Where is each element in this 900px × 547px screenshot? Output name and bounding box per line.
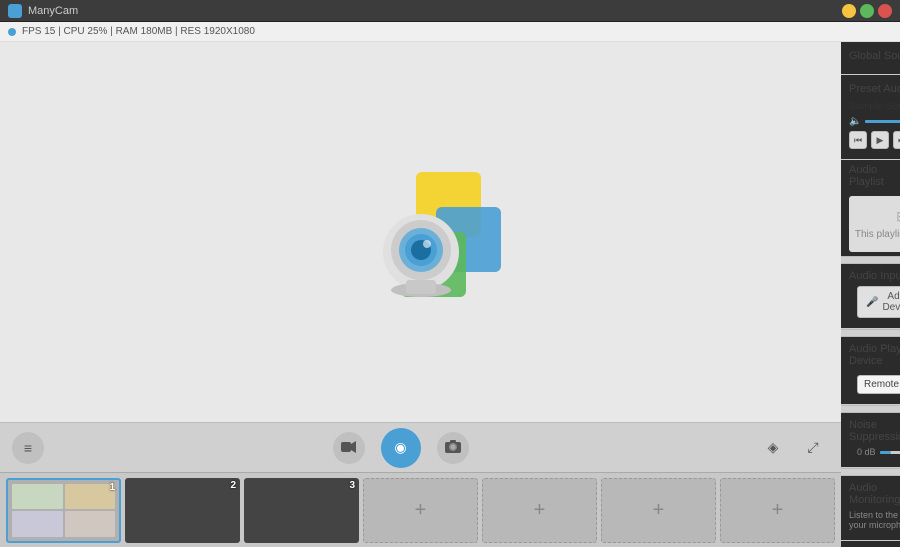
center-area: ≡ ◉ ◈	[0, 42, 841, 547]
panel-content: Global Sound Preset Audio Sample-Song-1	[841, 42, 900, 547]
camera-icon	[445, 440, 461, 456]
mask-icon: ◈	[768, 439, 779, 456]
preview-area	[0, 42, 841, 422]
bottom-toolbar: ≡ ◉ ◈	[0, 422, 841, 472]
thumb-cell-4	[65, 511, 116, 537]
snapshot-button[interactable]	[437, 432, 469, 464]
window-controls	[842, 4, 892, 18]
preset-audio-section: Preset Audio Sample-Song-1 ▪▪▪ 🔈	[841, 75, 900, 160]
playlist-empty-icon: ⊞	[896, 208, 900, 225]
audio-playback-section: Audio Playback Device Remote Audio Defau…	[841, 337, 900, 405]
source-item-2[interactable]: 2	[125, 478, 240, 543]
section-divider-3	[841, 405, 900, 413]
global-sound-section: Global Sound	[841, 42, 900, 75]
section-divider-2	[841, 329, 900, 337]
app-logo-graphic	[331, 142, 511, 322]
preset-audio-row: Preset Audio	[849, 81, 900, 97]
video-camera-icon	[341, 440, 357, 456]
expand-button[interactable]: ⤢	[797, 432, 829, 464]
audio-monitoring-section: Audio Monitoring Listen to the sounds fr…	[841, 476, 900, 541]
global-sound-row: Global Sound	[849, 48, 900, 64]
add-source-3[interactable]: +	[601, 478, 716, 543]
audio-monitoring-label: Audio Monitoring	[849, 482, 900, 506]
stats-bar: FPS 15 | CPU 25% | RAM 180MB | RES 1920X…	[0, 22, 900, 42]
next-track-button[interactable]: ⏭	[893, 131, 900, 149]
audio-playback-select[interactable]: Remote Audio Default Device Speakers	[857, 375, 900, 394]
playlist-header: Audio Playlist ⊕ ▤ 🗑	[841, 160, 900, 192]
broadcast-button[interactable]: ◉	[381, 428, 421, 468]
app-logo	[8, 4, 22, 18]
noise-suppression-label: Noise Suppression	[849, 419, 900, 443]
playlist-empty: ⊞ This playlist is empty.	[849, 196, 900, 252]
thumb-cell-2	[65, 484, 116, 510]
stats-text: FPS 15 | CPU 25% | RAM 180MB | RES 1920X…	[22, 26, 255, 37]
song-title-text: Sample-Song-1	[849, 101, 900, 112]
source-item-1[interactable]: 1	[6, 478, 121, 543]
audio-input-row: Audio Input	[849, 270, 900, 282]
maximize-button[interactable]	[860, 4, 874, 18]
source-num-3: 3	[349, 480, 355, 491]
noise-db-slider[interactable]	[880, 451, 900, 454]
thumb-cell-1	[12, 484, 63, 510]
add-source-2[interactable]: +	[482, 478, 597, 543]
menu-icon: ≡	[24, 440, 32, 456]
toolbar-right: ◈ ⤢	[757, 432, 829, 464]
prev-track-button[interactable]: ⏮	[849, 131, 867, 149]
app-title: ManyCam	[28, 5, 842, 17]
transport-controls: ⏮ ▶ ⏭ ↺ ⇄	[849, 131, 900, 149]
song-title-row: Sample-Song-1 ▪▪▪	[849, 101, 900, 112]
menu-button[interactable]: ≡	[12, 432, 44, 464]
source-item-3[interactable]: 3	[244, 478, 359, 543]
playlist-empty-text: This playlist is empty.	[855, 229, 900, 240]
broadcast-icon: ◉	[394, 439, 406, 456]
source-strip: 1 2 3 + + + +	[0, 472, 841, 547]
toolbar-center: ◉	[333, 428, 469, 468]
add-source-4[interactable]: +	[720, 478, 835, 543]
play-button[interactable]: ▶	[871, 131, 889, 149]
mic-icon: 🎤	[866, 297, 878, 308]
preset-audio-label: Preset Audio	[849, 83, 900, 95]
stats-indicator	[8, 28, 16, 36]
audio-playback-row: Audio Playback Device	[849, 343, 900, 367]
audio-monitoring-row: Audio Monitoring	[849, 482, 900, 506]
mask-button[interactable]: ◈	[757, 432, 789, 464]
right-main: Global Sound Preset Audio Sample-Song-1	[841, 42, 900, 547]
minimize-button[interactable]	[842, 4, 856, 18]
source-num-2: 2	[230, 480, 236, 491]
section-divider-4	[841, 468, 900, 476]
noise-suppression-row: Noise Suppression	[849, 419, 900, 443]
audio-playback-label: Audio Playback Device	[849, 343, 900, 367]
source-3-thumbnail	[244, 478, 359, 543]
volume-slider-row: 🔈 🔊	[849, 116, 900, 127]
add-source-1[interactable]: +	[363, 478, 478, 543]
volume-slider-fill	[865, 120, 900, 123]
audio-input-label: Audio Input	[849, 270, 900, 282]
add-audio-device-button[interactable]: 🎤 Add Audio Device (mic)	[857, 286, 900, 318]
thumb-cell-3	[12, 511, 63, 537]
audio-input-section: Audio Input 🎤 Add Audio Device (mic)	[841, 264, 900, 329]
expand-icon: ⤢	[807, 439, 818, 456]
noise-db-low: 0 dB	[857, 447, 876, 457]
playlist-label: Audio Playlist	[849, 164, 900, 188]
noise-db-fill	[880, 451, 891, 454]
main-layout: ≡ ◉ ◈	[0, 42, 900, 547]
add-device-text: Add Audio Device (mic)	[882, 291, 900, 313]
close-button[interactable]	[878, 4, 892, 18]
toolbar-left: ≡	[12, 432, 44, 464]
source-1-thumbnail	[8, 480, 119, 541]
noise-db-row: 0 dB -50 dB	[849, 447, 900, 461]
volume-low-icon: 🔈	[849, 116, 861, 127]
video-button[interactable]	[333, 432, 365, 464]
titlebar: ManyCam	[0, 0, 900, 22]
audio-playlist-section: Audio Playlist ⊕ ▤ 🗑 ⊞ This playlist is …	[841, 160, 900, 252]
noise-suppression-section: Noise Suppression 0 dB -50 dB	[841, 413, 900, 468]
section-divider-1	[841, 256, 900, 264]
audio-monitoring-desc: Listen to the sounds from your microphon…	[849, 510, 900, 534]
volume-slider-track[interactable]	[865, 120, 900, 123]
global-sound-label: Global Sound	[849, 50, 900, 62]
source-num-1: 1	[109, 482, 115, 493]
source-2-thumbnail	[125, 478, 240, 543]
